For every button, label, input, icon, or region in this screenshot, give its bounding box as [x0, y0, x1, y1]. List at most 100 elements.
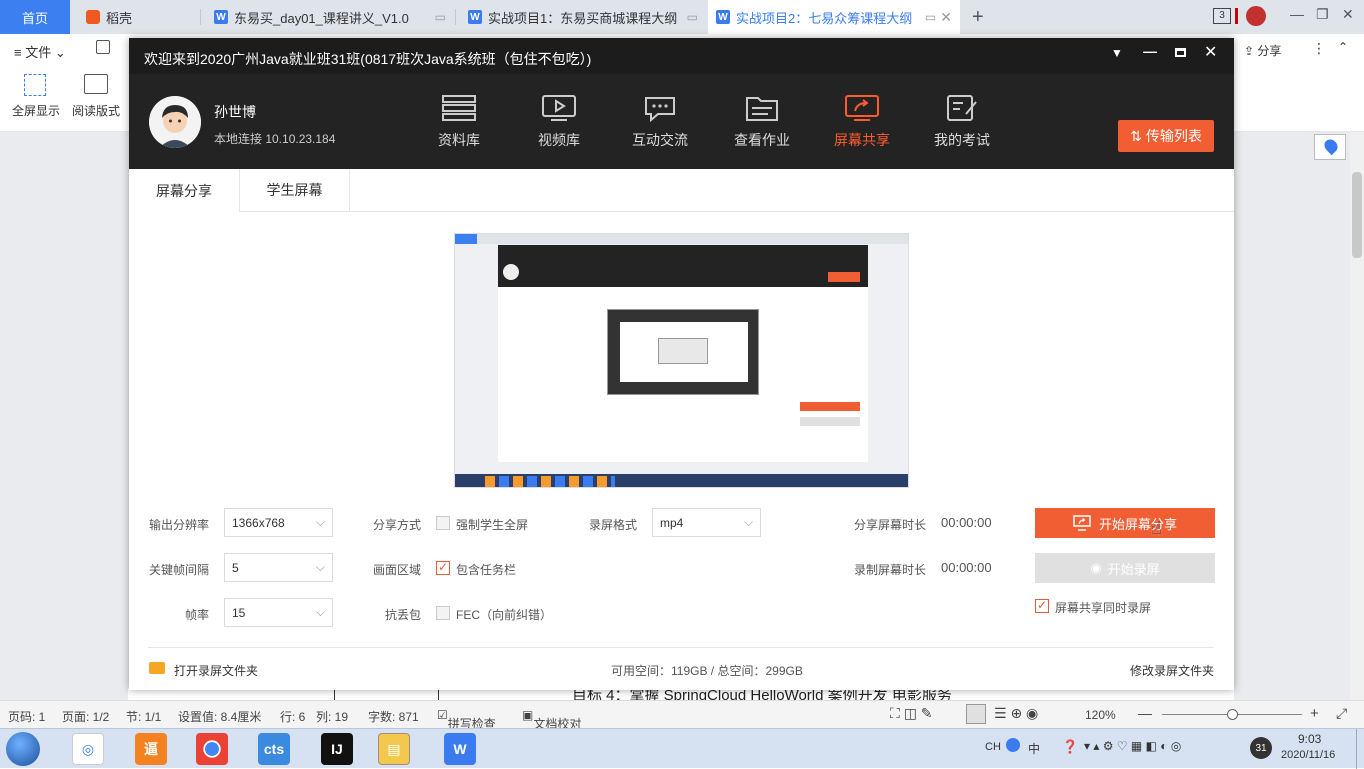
tab-home[interactable]: 首页	[0, 0, 70, 34]
word-count[interactable]: 字数: 871	[368, 708, 419, 725]
file-menu[interactable]: ≡ 文件 ⌄	[14, 42, 66, 61]
record-with-share-label[interactable]: 屏幕共享同时录屏	[1055, 599, 1151, 616]
vertical-scrollbar[interactable]	[1350, 132, 1364, 700]
ime-mode[interactable]: 中	[1028, 740, 1040, 757]
location-icon	[1321, 136, 1341, 156]
start-screen-share-button[interactable]: 开始屏幕分享	[1035, 508, 1215, 538]
dropdown-icon[interactable]: ▼	[1111, 46, 1123, 60]
tab-student-screen[interactable]: 学生屏幕	[240, 169, 350, 211]
minimize-icon[interactable]: —	[1143, 43, 1157, 59]
restore-icon[interactable]: ❐	[1316, 6, 1329, 23]
maximize-icon[interactable]	[1175, 48, 1186, 57]
modify-folder-link[interactable]: 修改录屏文件夹	[1130, 662, 1214, 679]
close-tab-icon[interactable]: ✕	[940, 9, 952, 26]
intellij-icon[interactable]: IJ	[321, 733, 353, 765]
new-tab-button[interactable]: +	[972, 6, 984, 29]
monitor-icon: ▭	[686, 10, 698, 24]
window-count-badge[interactable]: 3	[1213, 8, 1231, 24]
nav-screen-share[interactable]: 屏幕共享	[822, 94, 902, 150]
force-fullscreen-label[interactable]: 强制学生全屏	[456, 516, 528, 533]
start-record-button[interactable]: ◉ 开始录屏	[1035, 553, 1215, 583]
keyframe-select[interactable]: 5 ⌵	[224, 553, 333, 582]
zoom-out-icon[interactable]: —	[1138, 705, 1152, 721]
tab-doc-day01[interactable]: W 东易买_day01_课程讲义_V1.0 ▭	[206, 0, 454, 34]
nav-homework[interactable]: 查看作业	[722, 94, 802, 150]
avatar[interactable]	[1246, 6, 1266, 26]
framerate-select[interactable]: 15 ⌵	[224, 598, 333, 627]
layout-icons[interactable]: ☰ ⊕ ◉	[994, 705, 1038, 722]
tab-screen-share[interactable]: 屏幕分享	[129, 169, 240, 212]
cts-icon[interactable]: cts	[258, 733, 290, 765]
fullscreen-label[interactable]: 全屏显示	[12, 102, 60, 119]
wps-icon[interactable]: W	[444, 733, 476, 765]
ime-indicator[interactable]: CH	[985, 741, 1001, 753]
col-info: 列: 19	[316, 710, 349, 724]
start-button[interactable]	[6, 732, 40, 766]
ime-icon[interactable]	[1006, 738, 1020, 752]
reading-mode-icon[interactable]	[84, 74, 108, 94]
zoom-slider-thumb[interactable]	[1227, 709, 1238, 720]
nav-library[interactable]: 资料库	[419, 94, 499, 150]
framerate-label: 帧率	[184, 608, 209, 622]
tray-icons[interactable]: ▾ ▴ ⚙ ♡ ▦ ◧ ◐ ◎	[1084, 739, 1181, 753]
resolution-select[interactable]: 1366x768 ⌵	[224, 508, 333, 537]
open-folder-link[interactable]: 打开录屏文件夹	[174, 662, 258, 679]
user-name: 孙世博	[214, 104, 256, 120]
more-icon[interactable]: ⋮	[1312, 40, 1326, 57]
exam-icon	[947, 95, 977, 121]
view-mode-icons[interactable]: ⛶ ◫ ✎	[890, 705, 933, 722]
section-info: 节: 1/1	[126, 710, 162, 724]
spell-check[interactable]: ☑ 拼写检查	[437, 708, 496, 731]
save-icon[interactable]	[96, 40, 110, 54]
fec-checkbox[interactable]	[436, 606, 450, 620]
screen-share-icon	[845, 95, 879, 121]
reading-mode-label[interactable]: 阅读版式	[72, 102, 120, 119]
page-code: 页码: 1	[8, 710, 46, 724]
transfer-list-button[interactable]: ⇅ 传输列表	[1118, 120, 1214, 152]
record-format-value: mp4	[660, 516, 684, 530]
chrome-icon[interactable]	[196, 733, 228, 765]
share-button[interactable]: ⇪ 分享	[1244, 42, 1281, 59]
record-with-share-checkbox[interactable]	[1035, 598, 1049, 613]
file-explorer-icon[interactable]: ▤	[378, 733, 410, 765]
transfer-icon: ⇅	[1130, 127, 1142, 144]
tab-daoke[interactable]: 稻壳	[78, 0, 198, 34]
zoom-level[interactable]: 120%	[1085, 708, 1116, 722]
zoom-in-icon[interactable]: +	[1310, 705, 1319, 722]
nav-chat[interactable]: 互动交流	[620, 94, 700, 150]
doc-proofread[interactable]: ▣ 文档校对	[522, 708, 581, 731]
location-button[interactable]	[1314, 134, 1346, 160]
clock-date[interactable]: 2020/11/16	[1281, 749, 1335, 761]
nav-exam[interactable]: 我的考试	[922, 94, 1002, 150]
close-icon[interactable]: ✕	[1342, 6, 1354, 23]
bookmark-icon	[1235, 8, 1238, 24]
share-label: 分享	[1257, 44, 1282, 58]
include-taskbar-label[interactable]: 包含任务栏	[456, 561, 516, 578]
record-format-select[interactable]: mp4 ⌵	[652, 508, 761, 537]
tab-doc-project1[interactable]: W 实战项目1：东易买商城课程大纲 ▭	[460, 0, 706, 34]
fec-label[interactable]: FEC（向前纠错）	[456, 606, 552, 623]
show-desktop-button[interactable]	[1356, 729, 1364, 769]
windows-taskbar: ◎ 逼 cts IJ ▤ W CH 中 ❓ ▾ ▴ ⚙ ♡ ▦ ◧ ◐ ◎ 31…	[0, 728, 1364, 769]
start-share-label: 开始屏幕分享	[1098, 516, 1177, 532]
preview-nested	[607, 309, 759, 395]
force-fullscreen-checkbox[interactable]	[436, 516, 450, 530]
nav-video[interactable]: 视频库	[519, 94, 599, 150]
collapse-icon[interactable]: ⌃	[1338, 40, 1348, 54]
fit-page-icon[interactable]: ⤢	[1336, 705, 1347, 722]
clock-time[interactable]: 9:03	[1298, 732, 1321, 746]
screen-share-icon	[1073, 515, 1091, 531]
include-taskbar-checkbox[interactable]	[436, 560, 450, 575]
notification-badge[interactable]: 31	[1250, 737, 1272, 759]
scroll-thumb[interactable]	[1352, 172, 1362, 258]
share-mode-label: 分享方式	[372, 518, 421, 532]
preview-tabbar	[455, 234, 908, 244]
page-view-icon[interactable]	[966, 704, 986, 724]
tab-doc-project2[interactable]: W 实战项目2：七易众筹课程大纲 ▭ ✕	[708, 0, 960, 34]
fullscreen-icon[interactable]	[24, 74, 46, 96]
close-icon[interactable]: ✕	[1204, 42, 1217, 62]
minimize-icon[interactable]: —	[1290, 6, 1304, 22]
baidu-netdisk-icon[interactable]: ◎	[72, 733, 104, 765]
help-icon[interactable]: ❓	[1062, 739, 1078, 755]
app-icon[interactable]: 逼	[135, 733, 167, 765]
